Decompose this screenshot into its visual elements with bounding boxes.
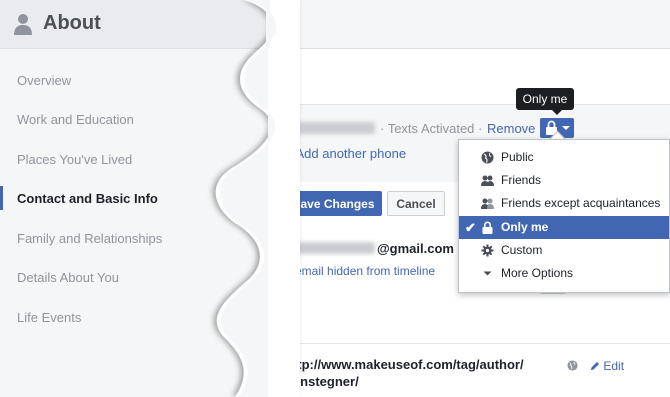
section-divider: [270, 343, 670, 344]
blurred-phone-number: [285, 122, 375, 134]
email-domain: @gmail.com: [377, 241, 454, 256]
privacy-option-friends[interactable]: Friends: [459, 169, 669, 192]
sidebar-header: About: [0, 0, 272, 49]
sidebar-item-family[interactable]: Family and Relationships: [17, 231, 162, 246]
privacy-tooltip: Only me: [516, 88, 574, 110]
privacy-option-more[interactable]: More Options: [459, 262, 669, 285]
privacy-option-label: Only me: [501, 220, 549, 234]
cancel-button[interactable]: Cancel: [387, 191, 445, 216]
save-button[interactable]: Save Changes: [285, 191, 382, 216]
caret-down-icon: [483, 271, 492, 276]
sidebar-item-work-education[interactable]: Work and Education: [17, 112, 134, 127]
sidebar-item-places-lived[interactable]: Places You've Lived: [17, 152, 132, 167]
privacy-option-public[interactable]: Public: [459, 146, 669, 169]
privacy-option-label: Friends except acquaintances: [501, 196, 661, 210]
privacy-option-only-me[interactable]: ✔ Only me: [459, 216, 669, 239]
content-header: [265, 0, 670, 49]
website-url-line1: http://www.makeuseof.com/tag/author/: [285, 357, 524, 372]
sidebar-item-contact-info[interactable]: Contact and Basic Info: [17, 191, 158, 206]
globe-icon: [481, 151, 494, 164]
sidebar-item-life-events[interactable]: Life Events: [17, 310, 81, 325]
sidebar-item-details[interactable]: Details About You: [17, 270, 119, 285]
blurred-email-user: [287, 242, 375, 254]
privacy-option-label: Custom: [501, 243, 543, 257]
privacy-option-friends-except[interactable]: Friends except acquaintances: [459, 192, 669, 215]
gear-icon: [481, 244, 494, 257]
privacy-menu: Public Friends Friends except acquaintan…: [458, 139, 670, 293]
globe-icon: [567, 360, 578, 371]
page-title: About: [43, 12, 101, 34]
active-indicator: [0, 186, 3, 210]
lock-icon: [482, 221, 493, 234]
sidebar-item-overview[interactable]: Overview: [17, 73, 71, 88]
privacy-option-label: Public: [501, 150, 534, 164]
sidebar: About Overview Work and Education Places…: [0, 0, 272, 397]
friends-except-icon: [481, 198, 494, 209]
remove-phone-link[interactable]: Remove: [487, 121, 535, 136]
person-icon: [14, 14, 32, 35]
tooltip-arrow: [552, 110, 562, 115]
checkmark-icon: ✔: [465, 220, 476, 235]
edit-label: Edit: [603, 359, 625, 373]
privacy-option-custom[interactable]: Custom: [459, 239, 669, 262]
pencil-icon: [591, 362, 599, 370]
phone-status: · Texts Activated ·: [380, 121, 483, 136]
hidden-email-link[interactable]: 1 email hidden from timeline: [285, 264, 435, 278]
website-url-line2: benstegner/: [285, 374, 359, 389]
edit-website-link[interactable]: Edit: [590, 359, 624, 373]
friends-icon: [481, 175, 494, 186]
privacy-option-label: Friends: [501, 173, 542, 187]
privacy-option-label: More Options: [501, 266, 574, 280]
add-phone-link[interactable]: + Add another phone: [285, 146, 406, 161]
